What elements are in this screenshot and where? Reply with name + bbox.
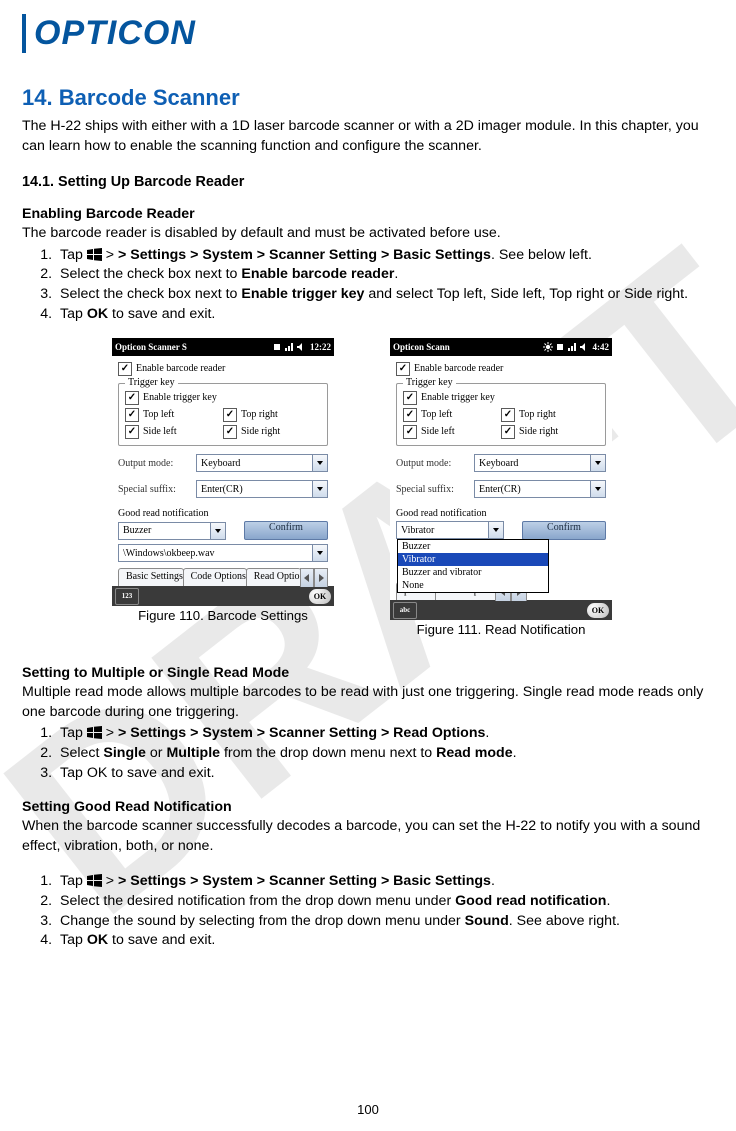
step-1: Tap > > Settings > System > Scanner Sett… bbox=[56, 872, 720, 892]
clock: 4:42 bbox=[593, 342, 610, 352]
figure-111-screenshot: Opticon Scann 4:42 Enable barcode reader… bbox=[390, 338, 612, 620]
special-suffix-dropdown[interactable]: Enter(CR) bbox=[474, 480, 606, 498]
topic-heading-readmode: Setting to Multiple or Single Read Mode bbox=[22, 665, 720, 681]
step-3: Select the check box next to Enable trig… bbox=[56, 285, 720, 305]
checkbox-side-right[interactable] bbox=[223, 425, 237, 439]
checkbox-top-right[interactable] bbox=[223, 408, 237, 422]
signal-icon bbox=[567, 342, 577, 352]
steps-enable: Tap > > Settings > System > Scanner Sett… bbox=[22, 246, 720, 324]
trigger-key-group: Trigger key Enable trigger key Top left … bbox=[396, 383, 606, 446]
step-1: Tap > > Settings > System > Scanner Sett… bbox=[56, 246, 720, 266]
output-mode-dropdown[interactable]: Keyboard bbox=[196, 454, 328, 472]
windows-icon bbox=[87, 248, 102, 261]
window-titlebar: Opticon Scann 4:42 bbox=[390, 338, 612, 356]
ok-button[interactable]: OK bbox=[309, 589, 331, 604]
trigger-key-group: Trigger key Enable trigger key Top left … bbox=[118, 383, 328, 446]
step-4: Tap OK to save and exit. bbox=[56, 931, 720, 951]
confirm-button[interactable]: Confirm bbox=[244, 521, 328, 540]
section-intro: The H-22 ships with either with a 1D las… bbox=[22, 117, 720, 156]
output-mode-dropdown[interactable]: Keyboard bbox=[474, 454, 606, 472]
sip-toggle[interactable]: 123 bbox=[115, 588, 139, 605]
good-read-dropdown[interactable]: Buzzer bbox=[118, 522, 226, 540]
brand-logo: OPTICON bbox=[22, 14, 720, 53]
clock: 12:22 bbox=[310, 342, 331, 352]
tab-code-options[interactable]: Code Options bbox=[183, 568, 247, 586]
status-icon bbox=[272, 342, 282, 352]
step-3: Tap OK to save and exit. bbox=[56, 764, 720, 784]
figure-111-caption: Figure 111. Read Notification bbox=[390, 622, 612, 637]
windows-icon bbox=[87, 726, 102, 739]
brightness-icon bbox=[543, 342, 553, 352]
checkbox-side-left[interactable] bbox=[403, 425, 417, 439]
subsection-heading: 14.1. Setting Up Barcode Reader bbox=[22, 174, 720, 190]
topic-heading-enable: Enabling Barcode Reader bbox=[22, 206, 720, 222]
tab-read-options[interactable]: Read Optio bbox=[246, 568, 301, 586]
checkbox-side-right[interactable] bbox=[501, 425, 515, 439]
special-suffix-dropdown[interactable]: Enter(CR) bbox=[196, 480, 328, 498]
good-read-options[interactable]: Buzzer Vibrator Buzzer and vibrator None bbox=[397, 539, 549, 593]
checkbox-top-right[interactable] bbox=[501, 408, 515, 422]
checkbox-side-left[interactable] bbox=[125, 425, 139, 439]
checkbox-enable-trigger[interactable] bbox=[125, 391, 139, 405]
sound-path-dropdown[interactable]: \Windows\okbeep.wav bbox=[118, 544, 328, 562]
step-2: Select the desired notification from the… bbox=[56, 892, 720, 912]
step-2: Select the check box next to Enable barc… bbox=[56, 265, 720, 285]
tab-scroll-right[interactable] bbox=[314, 568, 328, 587]
step-2: Select Single or Multiple from the drop … bbox=[56, 744, 720, 764]
window-titlebar: Opticon Scanner S 12:22 bbox=[112, 338, 334, 356]
topic-lead-goodread: When the barcode scanner successfully de… bbox=[22, 817, 720, 856]
status-icon bbox=[555, 342, 565, 352]
page-number: 100 bbox=[0, 1102, 736, 1117]
topic-lead-enable: The barcode reader is disabled by defaul… bbox=[22, 224, 720, 244]
steps-goodread: Tap > > Settings > System > Scanner Sett… bbox=[22, 872, 720, 950]
section-heading: 14. Barcode Scanner bbox=[22, 85, 720, 111]
speaker-icon bbox=[296, 342, 306, 352]
tab-scroll-left[interactable] bbox=[300, 568, 314, 587]
checkbox-top-left[interactable] bbox=[125, 408, 139, 422]
figure-110-screenshot: Opticon Scanner S 12:22 Enable barcode r… bbox=[112, 338, 334, 606]
good-read-dropdown[interactable]: Vibrator Buzzer Vibrator Buzzer and vibr… bbox=[396, 521, 504, 539]
signal-icon bbox=[284, 342, 294, 352]
topic-heading-goodread: Setting Good Read Notification bbox=[22, 799, 720, 815]
figure-110-caption: Figure 110. Barcode Settings bbox=[112, 608, 334, 623]
windows-icon bbox=[87, 874, 102, 887]
checkbox-enable-reader[interactable] bbox=[396, 362, 410, 376]
tab-basic-settings[interactable]: Basic Settings bbox=[118, 568, 184, 586]
checkbox-enable-reader[interactable] bbox=[118, 362, 132, 376]
checkbox-top-left[interactable] bbox=[403, 408, 417, 422]
step-4: Tap OK to save and exit. bbox=[56, 305, 720, 325]
topic-lead-readmode: Multiple read mode allows multiple barco… bbox=[22, 683, 720, 722]
confirm-button[interactable]: Confirm bbox=[522, 521, 606, 540]
ok-button[interactable]: OK bbox=[587, 603, 609, 618]
step-1: Tap > > Settings > System > Scanner Sett… bbox=[56, 724, 720, 744]
speaker-icon bbox=[579, 342, 589, 352]
sip-toggle[interactable]: abc bbox=[393, 602, 417, 619]
checkbox-enable-trigger[interactable] bbox=[403, 391, 417, 405]
steps-readmode: Tap > > Settings > System > Scanner Sett… bbox=[22, 724, 720, 783]
step-3: Change the sound by selecting from the d… bbox=[56, 912, 720, 932]
